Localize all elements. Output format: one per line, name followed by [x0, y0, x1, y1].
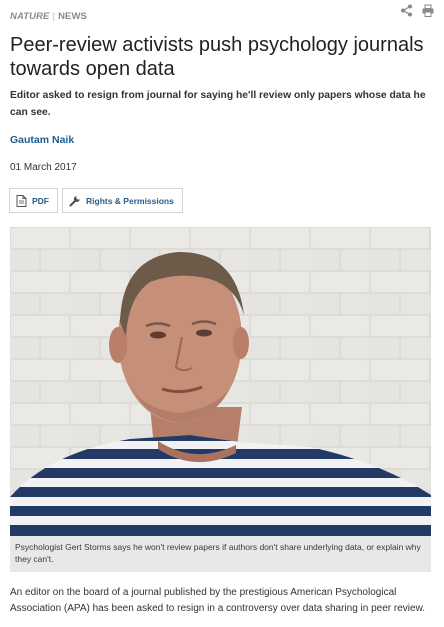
- author-link[interactable]: Gautam Naik: [10, 134, 74, 146]
- article-photo: [10, 227, 431, 536]
- article-body-paragraph: An editor on the board of a journal publ…: [10, 587, 426, 614]
- pdf-button[interactable]: PDF: [9, 188, 58, 213]
- publication-label[interactable]: NATURE: [10, 11, 49, 22]
- kicker-separator: |: [52, 11, 56, 22]
- article-title: Peer-review activists push psychology jo…: [10, 34, 424, 80]
- article-tools: [400, 4, 434, 17]
- article-header-bar: NATURE | NEWS: [10, 4, 434, 22]
- article-actions: PDF Rights & Permissions: [9, 188, 183, 213]
- rights-permissions-label: Rights & Permissions: [86, 195, 174, 206]
- portrait-photo: [10, 227, 431, 536]
- section-kicker: NATURE | NEWS: [10, 11, 87, 22]
- pdf-button-label: PDF: [32, 195, 49, 206]
- wrench-icon: [69, 195, 81, 207]
- publication-date: 01 March 2017: [10, 162, 77, 173]
- share-icon[interactable]: [400, 4, 413, 17]
- section-label[interactable]: NEWS: [58, 11, 87, 22]
- pdf-icon: [16, 194, 27, 207]
- article-standfirst: Editor asked to resign from journal for …: [10, 90, 426, 118]
- rights-permissions-button[interactable]: Rights & Permissions: [62, 188, 183, 213]
- print-icon[interactable]: [422, 4, 434, 17]
- photo-caption: Psychologist Gert Storms says he won't r…: [10, 536, 431, 572]
